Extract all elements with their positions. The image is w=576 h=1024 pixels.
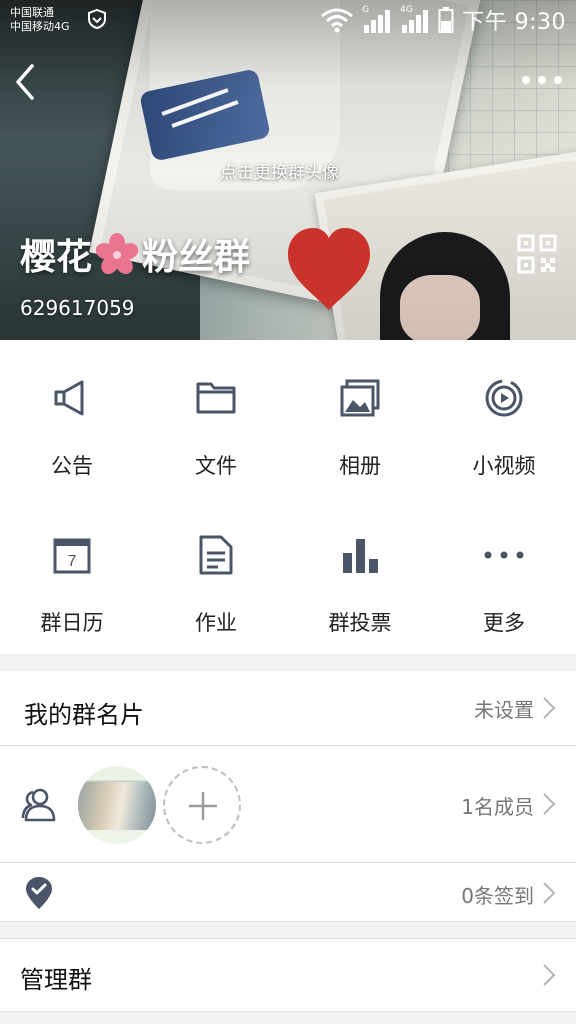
heart-icon — [288, 228, 370, 310]
battery-icon — [438, 7, 454, 33]
dot — [554, 76, 562, 84]
group-card-value: 未设置 — [474, 698, 534, 722]
status-right: G 4G 下午 9:30 — [320, 5, 566, 35]
carrier-1: 中国联通 — [10, 6, 54, 19]
feature-more[interactable]: 更多 — [432, 497, 576, 654]
feature-label: 相册 — [339, 454, 381, 478]
carrier-info: 中国联通 中国移动4G — [10, 6, 70, 34]
chevron-right-icon — [543, 793, 556, 815]
calendar-day: 7 — [68, 553, 77, 570]
signal-2-label: 4G — [400, 5, 413, 15]
document-icon — [199, 535, 233, 575]
wifi-icon — [321, 8, 354, 33]
status-bar: 中国联通 中国移动4G G 4G 下午 9:30 — [0, 0, 576, 40]
feature-label: 更多 — [483, 611, 525, 635]
feature-calendar[interactable]: 7 群日历 — [0, 497, 144, 654]
video-play-icon — [485, 379, 523, 417]
dot — [522, 76, 530, 84]
back-arrow-icon[interactable] — [10, 60, 40, 104]
feature-files[interactable]: 文件 — [144, 340, 288, 497]
row-title: 管理群 — [20, 966, 92, 994]
change-avatar-hint[interactable]: 点击更换群头像 — [220, 158, 360, 183]
features-grid: 公告 文件 相册 小视频 7 群日历 作业 群投票 更多 — [0, 340, 576, 654]
members-icon — [21, 788, 56, 822]
row-title: 我的群名片 — [24, 701, 144, 729]
signal-1-label: G — [362, 5, 370, 15]
manage-group-row[interactable]: 管理群 — [0, 939, 576, 1011]
divider — [0, 1011, 576, 1012]
dot — [538, 76, 546, 84]
chevron-right-icon — [543, 964, 556, 986]
group-name-part2: 粉丝群 — [142, 237, 251, 278]
photo-album-icon — [340, 379, 380, 417]
my-group-card-row[interactable]: 我的群名片 未设置 — [0, 671, 576, 745]
feature-label: 小视频 — [472, 454, 536, 478]
more-dots-icon — [484, 551, 524, 559]
feature-vote[interactable]: 群投票 — [288, 497, 432, 654]
feature-album[interactable]: 相册 — [288, 340, 432, 497]
feature-label: 公告 — [51, 454, 93, 478]
members-row[interactable]: 1名成员 — [0, 746, 576, 862]
more-menu-button[interactable] — [522, 70, 562, 90]
checkin-row[interactable]: 0条签到 — [0, 863, 576, 921]
feature-label: 文件 — [195, 454, 237, 478]
checkin-count: 0条签到 — [461, 884, 534, 908]
location-check-icon — [26, 877, 52, 909]
qr-code-icon[interactable] — [517, 234, 557, 274]
member-avatar[interactable] — [78, 766, 156, 844]
megaphone-icon — [54, 380, 84, 416]
feature-short-video[interactable]: 小视频 — [432, 340, 576, 497]
feature-label: 群日历 — [40, 611, 104, 635]
chevron-right-icon — [543, 697, 556, 719]
group-name: 樱花 粉丝群 — [20, 228, 250, 280]
members-count: 1名成员 — [461, 795, 534, 819]
cherry-blossom-icon — [95, 233, 139, 275]
feature-label: 作业 — [195, 611, 237, 635]
avatar-image — [78, 782, 156, 830]
calendar-icon: 7 — [53, 538, 91, 574]
signal-1-icon: G — [362, 5, 392, 33]
group-id: 629617059 — [20, 296, 135, 320]
group-profile-screen: 中国联通 中国移动4G G 4G 下午 9:30 点击更换群头像 樱花 粉丝群 … — [0, 0, 576, 1024]
feature-label: 群投票 — [328, 611, 392, 635]
divider — [0, 921, 576, 922]
carrier-2: 中国移动4G — [10, 20, 70, 33]
chevron-right-icon — [543, 882, 556, 904]
status-time: 下午 9:30 — [462, 10, 566, 35]
plus-icon — [189, 792, 217, 820]
bar-chart-icon — [343, 539, 378, 573]
signal-2-icon: 4G — [400, 5, 430, 33]
group-name-part1: 樱花 — [20, 237, 93, 278]
folder-icon — [196, 382, 236, 414]
feature-announcement[interactable]: 公告 — [0, 340, 144, 497]
add-member-button[interactable] — [163, 766, 241, 844]
feature-homework[interactable]: 作业 — [144, 497, 288, 654]
shield-icon — [88, 8, 106, 30]
